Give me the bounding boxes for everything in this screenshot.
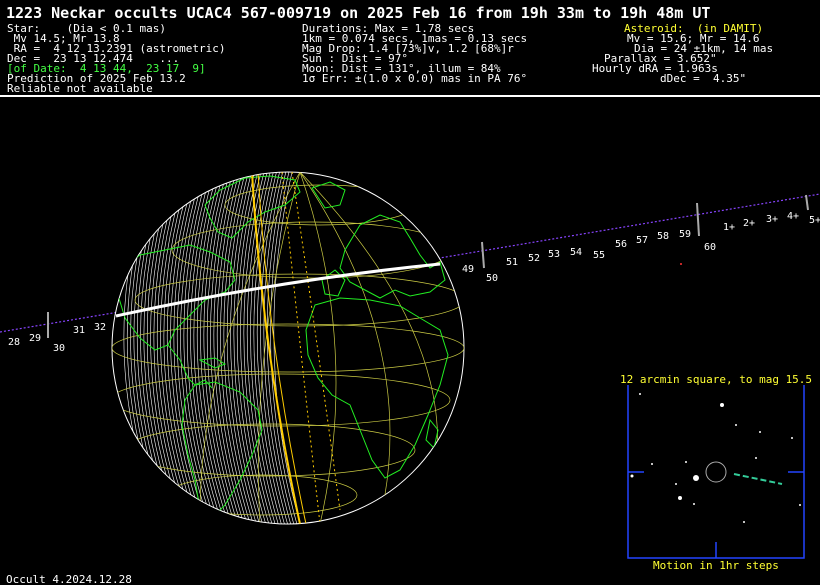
- track-tick-label: 58: [657, 231, 669, 242]
- field-stars: [630, 393, 801, 523]
- track-tick-label: 50: [486, 273, 498, 284]
- track-tick-label: 49: [462, 264, 474, 275]
- track-tick-label: 60: [704, 242, 716, 253]
- track-tick-label: 29: [29, 333, 41, 344]
- red-marker: [680, 263, 682, 265]
- occultation-display: 1223 Neckar occults UCAC4 567-009719 on …: [0, 0, 820, 585]
- track-tick-label: 28: [8, 337, 20, 348]
- track-tick-label: 54: [570, 247, 582, 258]
- track-tick-label: 59: [679, 229, 691, 240]
- track-tick-label: 57: [636, 235, 648, 246]
- track-tick-label: 56: [615, 239, 627, 250]
- track-tick-label: 1+: [723, 222, 735, 233]
- track-tick-label: 2+: [743, 218, 755, 229]
- track-tick-label: 3+: [766, 214, 778, 225]
- track-tick-label: 51: [506, 257, 518, 268]
- footer-version: Occult 4.2024.12.28: [6, 573, 132, 585]
- asteroid-motion-line: [733, 473, 783, 485]
- star-chart-title: 12 arcmin square, to mag 15.5: [620, 373, 813, 386]
- star-chart-frame: [627, 385, 805, 559]
- track-tick-label: 55: [593, 250, 605, 261]
- globe-map: 28 29 30 31 32 49 50 51 52 53 54 55 56 57 58 59 60 1+ 2+ 3+…: [0, 171, 820, 559]
- track-tick-label: 52: [528, 253, 540, 264]
- track-tick-label: 32: [94, 322, 106, 333]
- track-tick-label: 5+: [809, 215, 820, 226]
- track-tick-label: 4+: [787, 211, 799, 222]
- track-tick-label: 53: [548, 249, 560, 260]
- target-star-circle: [705, 461, 727, 483]
- star-chart-caption: Motion in 1hr steps: [653, 559, 779, 572]
- track-tick-label: 30: [53, 343, 65, 354]
- track-tick-label: 31: [73, 325, 85, 336]
- star-chart: [627, 385, 805, 559]
